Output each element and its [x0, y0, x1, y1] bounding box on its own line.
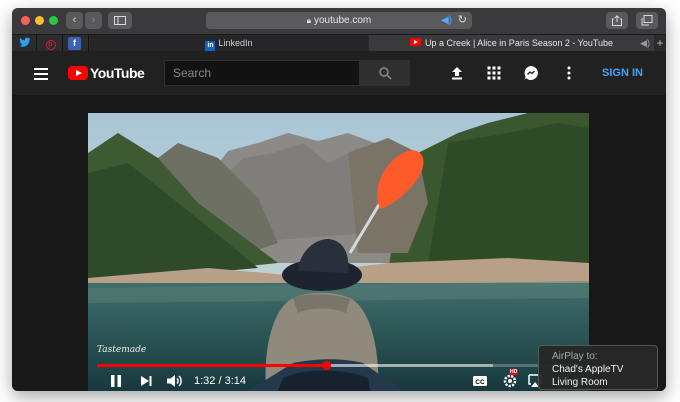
speaker-icon[interactable]: ◀)	[441, 12, 452, 29]
settings-gear-icon[interactable]	[502, 374, 518, 388]
url-text: youtube.com	[314, 15, 372, 26]
pause-icon[interactable]	[109, 374, 123, 388]
twitter-icon	[18, 37, 30, 47]
reload-icon[interactable]: ↻	[458, 12, 467, 29]
linkedin-icon: in	[205, 41, 216, 51]
volume-icon[interactable]	[166, 374, 184, 388]
facebook-icon: f	[73, 38, 76, 48]
pinterest-icon: p	[45, 40, 56, 50]
scrubber-handle[interactable]	[322, 361, 332, 370]
pinned-tab-twitter[interactable]	[18, 37, 31, 50]
forward-button[interactable]: ›	[85, 12, 102, 29]
sidebar-toggle-button[interactable]	[108, 12, 132, 29]
search-icon	[379, 67, 392, 80]
airplay-device-location: Living Room	[552, 377, 608, 388]
youtube-play-logo-icon	[68, 66, 88, 80]
tab-separator	[88, 35, 89, 52]
tab-separator	[36, 35, 37, 52]
tab-youtube[interactable]: Up a Creek | Alice in Paris Season 2 - Y…	[369, 35, 654, 52]
upload-icon[interactable]	[449, 65, 465, 81]
video-player[interactable]: Tastemade 1:32 / 3:14 CC HD	[88, 113, 589, 391]
new-tab-button[interactable]: +	[654, 35, 666, 52]
close-window-button[interactable]	[21, 16, 30, 25]
svg-text:CC: CC	[475, 379, 485, 386]
chevron-left-icon: ‹	[72, 14, 77, 26]
sidebar-icon	[114, 16, 126, 25]
address-bar[interactable]: 🔒︎ youtube.com ◀) ↻	[206, 12, 472, 29]
youtube-icon	[409, 38, 421, 46]
menu-icon[interactable]	[34, 68, 48, 80]
back-button[interactable]: ‹	[66, 12, 83, 29]
more-vertical-icon[interactable]	[561, 65, 577, 81]
airplay-device-name[interactable]: Chad's AppleTV	[552, 363, 657, 376]
browser-toolbar: ‹ › 🔒︎ youtube.com ◀) ↻	[12, 8, 666, 34]
pinned-tab-pinterest[interactable]: p	[44, 37, 57, 50]
airplay-popover[interactable]: AirPlay to: Chad's AppleTV Living Room	[538, 345, 658, 390]
time-display: 1:32 / 3:14	[194, 375, 246, 387]
lock-icon: 🔒︎	[306, 16, 311, 25]
hd-badge: HD	[509, 369, 519, 375]
video-frame	[88, 113, 589, 391]
tabs-icon	[641, 15, 653, 26]
pinned-tab-facebook[interactable]: f	[68, 37, 81, 50]
messages-icon[interactable]	[523, 65, 539, 81]
airplay-title: AirPlay to:	[552, 351, 598, 362]
speaker-icon[interactable]: ◀)	[640, 35, 650, 52]
tab-label: Up a Creek | Alice in Paris Season 2 - Y…	[424, 38, 614, 48]
chevron-right-icon: ›	[91, 14, 96, 26]
progress-played	[97, 364, 327, 367]
tab-linkedin[interactable]: in LinkedIn	[90, 35, 368, 52]
minimize-window-button[interactable]	[35, 16, 44, 25]
tab-bar: p f in LinkedIn Up a Creek | Alice in Par…	[12, 34, 666, 52]
tastemade-watermark: Tastemade	[97, 345, 147, 355]
apps-grid-icon[interactable]	[486, 65, 502, 81]
share-button[interactable]	[606, 12, 628, 29]
search-input[interactable]: Search	[164, 60, 360, 86]
captions-icon[interactable]: CC	[472, 374, 488, 388]
progress-bar[interactable]	[97, 361, 580, 370]
sign-in-button[interactable]: SIGN IN	[602, 67, 643, 79]
tab-label: LinkedIn	[218, 38, 253, 48]
zoom-window-button[interactable]	[49, 16, 58, 25]
plus-icon: +	[656, 36, 664, 50]
next-icon[interactable]	[139, 374, 153, 388]
share-icon	[612, 15, 622, 26]
youtube-header: YouTube Search SIGN IN	[12, 51, 666, 95]
tab-overview-button[interactable]	[636, 12, 658, 29]
logo-text: YouTube	[90, 65, 145, 81]
search-button[interactable]	[360, 60, 410, 86]
browser-window: ‹ › 🔒︎ youtube.com ◀) ↻ p f in LinkedIn U	[12, 8, 666, 391]
tab-separator	[62, 35, 63, 52]
